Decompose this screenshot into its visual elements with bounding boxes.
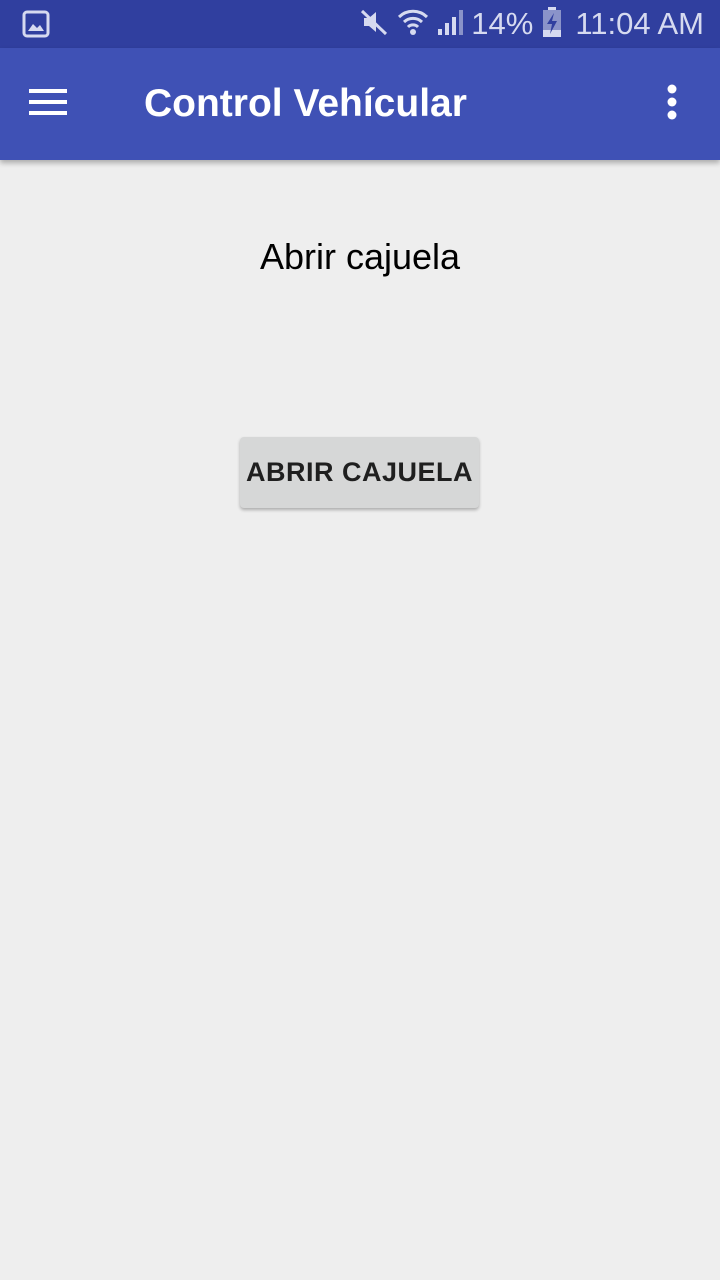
more-vert-icon (666, 84, 678, 125)
app-bar: Control Vehícular (0, 48, 720, 160)
status-icons: 14% 11:04 AM (351, 0, 704, 48)
battery-charging-icon (541, 6, 563, 43)
battery-percent: 14% (471, 6, 534, 41)
hamburger-menu-button[interactable] (8, 64, 88, 144)
app-title: Control Vehícular (144, 82, 467, 125)
wifi-icon (397, 7, 429, 42)
gallery-icon (22, 10, 50, 38)
overflow-menu-button[interactable] (632, 64, 712, 144)
page-heading: Abrir cajuela (259, 236, 461, 277)
signal-icon (437, 7, 465, 42)
screen: 14% 11:04 AM Control Vehícular Abrir caj… (0, 0, 720, 1280)
status-bar: 14% 11:04 AM (0, 0, 720, 48)
hamburger-menu-icon (28, 87, 68, 122)
open-trunk-button[interactable]: ABRIR CAJUELA (240, 437, 479, 508)
clock: 11:04 AM (575, 6, 704, 41)
mute-icon (359, 7, 389, 42)
